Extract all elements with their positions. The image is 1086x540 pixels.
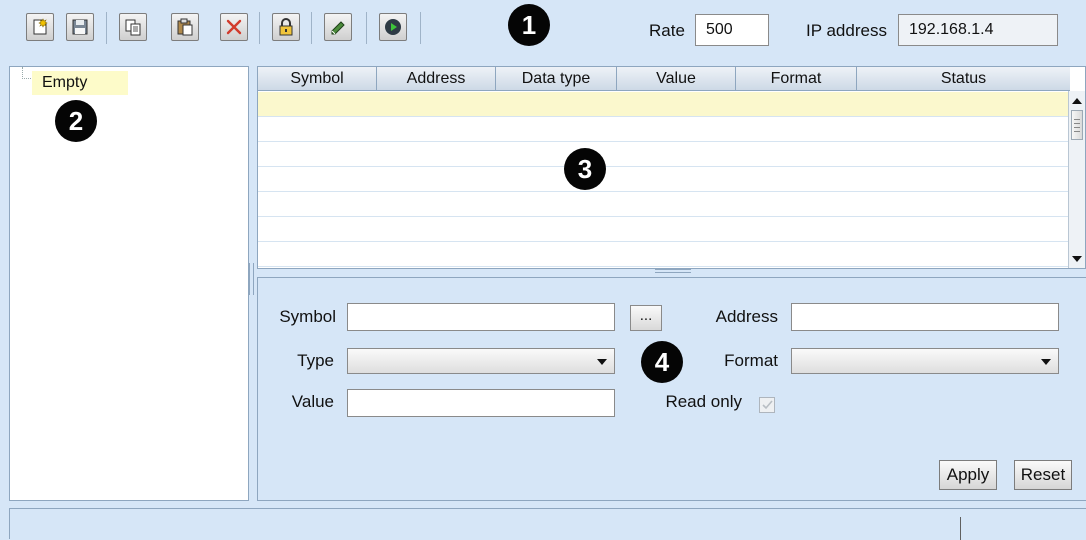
write-icon: [331, 21, 345, 35]
type-select[interactable]: [347, 348, 615, 374]
edit-form: Symbol ... Address Type Format Value Rea…: [257, 277, 1086, 501]
rate-input[interactable]: 500: [695, 14, 769, 46]
address-label: Address: [715, 307, 778, 326]
run-button[interactable]: [379, 13, 407, 41]
toolbar-separator: [420, 12, 421, 44]
symbol-input[interactable]: [347, 303, 615, 331]
callout-2: 2: [55, 100, 97, 142]
vertical-splitter[interactable]: [249, 263, 254, 295]
table-row[interactable]: [258, 217, 1070, 242]
run-icon: [385, 19, 401, 35]
scroll-down-arrow-icon[interactable]: [1069, 251, 1085, 267]
scroll-up-arrow-icon[interactable]: [1069, 93, 1085, 109]
tree-item[interactable]: Empty: [32, 71, 128, 95]
status-bar: [9, 508, 1086, 540]
chevron-down-icon: [597, 359, 607, 365]
column-header-value[interactable]: Value: [617, 67, 736, 91]
table-row[interactable]: [258, 92, 1070, 117]
type-label: Type: [297, 351, 334, 370]
read-only-checkbox[interactable]: [759, 397, 775, 413]
chevron-down-icon: [1041, 359, 1051, 365]
tree-connector: [22, 67, 31, 79]
rate-label: Rate: [649, 21, 685, 40]
table-row[interactable]: [258, 242, 1070, 267]
table-scrollbar[interactable]: [1068, 91, 1085, 268]
new-icon: [33, 18, 48, 35]
ip-address-label: IP address: [806, 21, 887, 40]
delete-button[interactable]: [220, 13, 248, 41]
tree-panel: Empty: [9, 66, 249, 501]
table-row[interactable]: [258, 167, 1070, 192]
column-header-data-type[interactable]: Data type: [496, 67, 617, 91]
value-label: Value: [291, 392, 334, 411]
callout-4: 4: [641, 341, 683, 383]
callout-1: 1: [508, 4, 550, 46]
status-bar-separator: [960, 517, 961, 540]
delete-icon: [226, 19, 242, 35]
toolbar-separator: [366, 12, 367, 44]
format-select[interactable]: [791, 348, 1059, 374]
table-row[interactable]: [258, 117, 1070, 142]
scrollbar-thumb[interactable]: [1071, 110, 1083, 140]
lock-button[interactable]: [272, 13, 300, 41]
table-row[interactable]: [258, 192, 1070, 217]
column-header-symbol[interactable]: Symbol: [258, 67, 377, 91]
column-header-format[interactable]: Format: [736, 67, 857, 91]
reset-button[interactable]: Reset: [1014, 460, 1072, 490]
variables-table: Symbol Address Data type Value Format St…: [257, 66, 1086, 269]
callout-3: 3: [564, 148, 606, 190]
column-header-address[interactable]: Address: [377, 67, 496, 91]
new-button[interactable]: [26, 13, 54, 41]
column-header-status[interactable]: Status: [857, 67, 1070, 91]
browse-button[interactable]: ...: [630, 305, 662, 331]
lock-icon: [279, 18, 293, 36]
copy-button[interactable]: [119, 13, 147, 41]
read-only-label: Read only: [665, 392, 742, 411]
paste-icon: [177, 18, 193, 36]
table-row[interactable]: [258, 142, 1070, 167]
value-input[interactable]: [347, 389, 615, 417]
save-button[interactable]: [66, 13, 94, 41]
format-label: Format: [724, 351, 778, 370]
toolbar-separator: [311, 12, 312, 44]
write-button[interactable]: [324, 13, 352, 41]
check-icon: [762, 400, 773, 410]
ip-address-field: 192.168.1.4: [898, 14, 1058, 46]
toolbar-separator: [259, 12, 260, 44]
address-input[interactable]: [791, 303, 1059, 331]
table-header: Symbol Address Data type Value Format St…: [258, 67, 1070, 91]
symbol-label: Symbol: [279, 307, 336, 326]
horizontal-splitter[interactable]: [655, 269, 691, 273]
toolbar-separator: [106, 12, 107, 44]
apply-button[interactable]: Apply: [939, 460, 997, 490]
paste-button[interactable]: [171, 13, 199, 41]
save-icon: [72, 19, 88, 35]
copy-icon: [125, 19, 141, 36]
